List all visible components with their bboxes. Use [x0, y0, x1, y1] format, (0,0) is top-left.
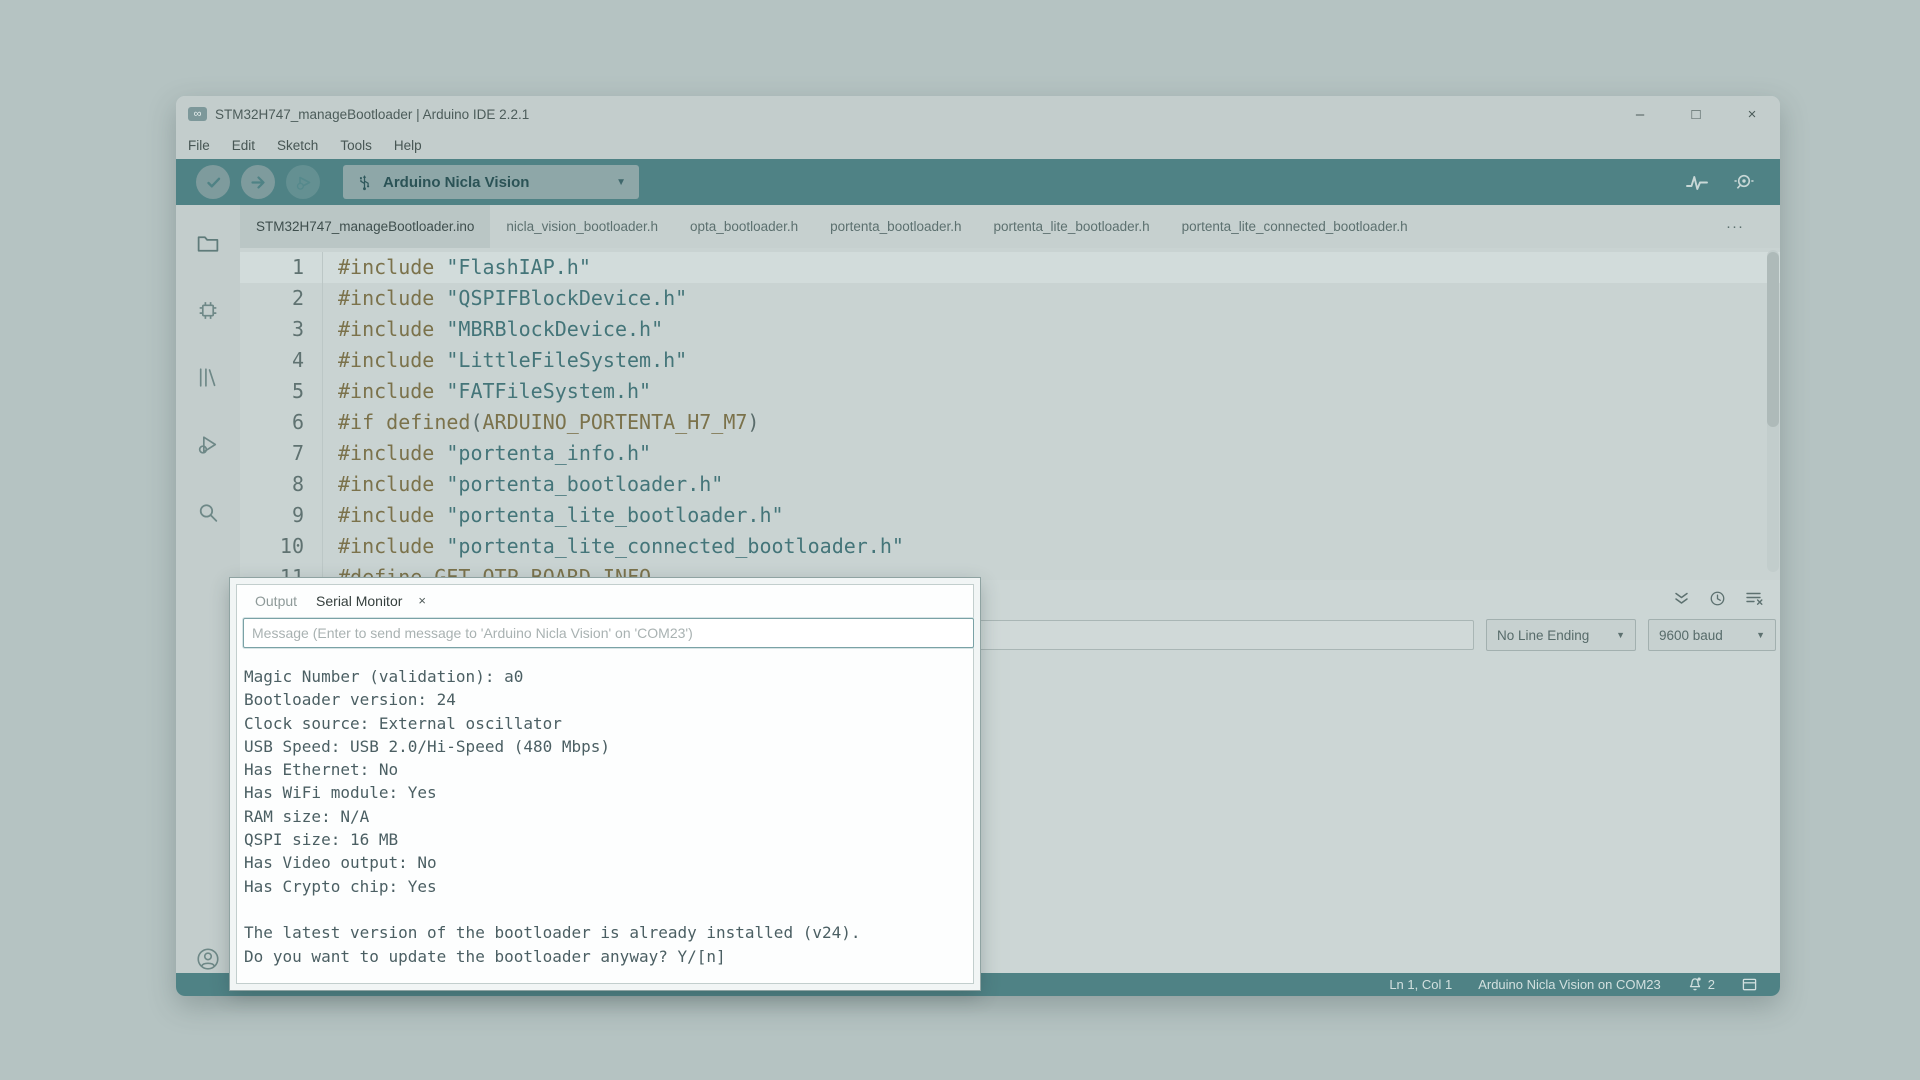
chevron-down-icon: ▼	[1746, 630, 1765, 640]
code-text: #include "MBRBlockDevice.h"	[322, 314, 663, 345]
line-number: 4	[240, 345, 304, 376]
code-line-7[interactable]: 7 #include "portenta_info.h"	[240, 438, 1780, 469]
line-number: 8	[240, 469, 304, 500]
code-line-3[interactable]: 3 #include "MBRBlockDevice.h"	[240, 314, 1780, 345]
code-line-8[interactable]: 8 #include "portenta_bootloader.h"	[240, 469, 1780, 500]
board-port-status[interactable]: Arduino Nicla Vision on COM23	[1478, 977, 1661, 992]
close-button[interactable]: ×	[1744, 106, 1760, 123]
maximize-button[interactable]: □	[1688, 106, 1704, 123]
editor-tab-nicla_vision_bootloader.h[interactable]: nicla_vision_bootloader.h	[490, 205, 674, 248]
chevron-down-icon: ▼	[1606, 630, 1625, 640]
menu-item-edit[interactable]: Edit	[224, 137, 263, 154]
window-title: STM32H747_manageBootloader | Arduino IDE…	[215, 107, 529, 122]
line-number: 5	[240, 376, 304, 407]
code-editor[interactable]: 1 #include "FlashIAP.h" 2 #include "QSPIFBl…	[240, 248, 1780, 580]
line-number: 3	[240, 314, 304, 345]
boards-manager-icon[interactable]	[196, 298, 221, 323]
line-number: 9	[240, 500, 304, 531]
baud-rate-select[interactable]: 9600 baud ▼	[1648, 619, 1776, 651]
code-line-5[interactable]: 5 #include "FATFileSystem.h"	[240, 376, 1780, 407]
menu-item-help[interactable]: Help	[386, 137, 430, 154]
selected-board-label: Arduino Nicla Vision	[383, 174, 529, 191]
code-text: #include "portenta_info.h"	[322, 438, 651, 469]
upload-button[interactable]	[241, 165, 275, 199]
debug-play-icon	[294, 173, 313, 192]
serial-plotter-icon[interactable]	[1685, 172, 1709, 192]
line-number: 10	[240, 531, 304, 562]
tab-output[interactable]: Output	[245, 593, 307, 609]
serial-monitor-icon[interactable]	[1732, 172, 1756, 192]
library-manager-icon[interactable]	[196, 365, 221, 390]
arduino-logo-icon: ∞	[188, 107, 207, 121]
baud-rate-value: 9600 baud	[1659, 628, 1723, 643]
line-number: 2	[240, 283, 304, 314]
code-text: #include "QSPIFBlockDevice.h"	[322, 283, 687, 314]
minimize-button[interactable]: –	[1632, 106, 1648, 123]
line-ending-select[interactable]: No Line Ending ▼	[1486, 619, 1636, 651]
menu-item-tools[interactable]: Tools	[332, 137, 380, 154]
menu-item-file[interactable]: File	[180, 137, 218, 154]
menu-bar: File Edit Sketch Tools Help	[176, 132, 1780, 159]
board-selector-dropdown[interactable]: Arduino Nicla Vision ▼	[343, 165, 639, 199]
verify-button[interactable]	[196, 165, 230, 199]
notification-count: 2	[1708, 977, 1715, 992]
serial-monitor-panel-highlight: Output Serial Monitor × Magic Number (va…	[230, 578, 980, 990]
desktop-background: ∞ STM32H747_manageBootloader | Arduino I…	[0, 0, 1920, 1080]
search-icon[interactable]	[196, 500, 221, 525]
code-line-6[interactable]: 6 #if defined(ARDUINO_PORTENTA_H7_M7)	[240, 407, 1780, 438]
close-serial-monitor-icon[interactable]: ×	[418, 593, 426, 608]
account-icon[interactable]	[195, 946, 221, 972]
line-ending-value: No Line Ending	[1497, 628, 1589, 643]
toolbar-right-icons	[1685, 159, 1756, 205]
line-number: 1	[240, 252, 304, 283]
code-text: #include "portenta_lite_connected_bootlo…	[322, 531, 904, 562]
more-tabs-icon[interactable]: ···	[1726, 205, 1744, 248]
editor-scrollbar-thumb[interactable]	[1767, 252, 1779, 427]
code-text: #include "portenta_bootloader.h"	[322, 469, 723, 500]
window-controls: – □ ×	[1632, 106, 1768, 123]
sketchbook-folder-icon[interactable]	[196, 231, 221, 256]
line-number: 7	[240, 438, 304, 469]
code-text: #include "LittleFileSystem.h"	[322, 345, 687, 376]
tab-serial-monitor[interactable]: Serial Monitor	[307, 593, 411, 609]
toggle-panel-icon[interactable]	[1741, 977, 1758, 992]
editor-tab-portenta_lite_bootloader.h[interactable]: portenta_lite_bootloader.h	[978, 205, 1166, 248]
menu-item-sketch[interactable]: Sketch	[269, 137, 326, 154]
notifications-badge[interactable]: 2	[1687, 976, 1715, 993]
editor-tab-bar: STM32H747_manageBootloader.inonicla_visi…	[240, 205, 1780, 248]
editor-tab-opta_bootloader.h[interactable]: opta_bootloader.h	[674, 205, 814, 248]
code-text: #if defined(ARDUINO_PORTENTA_H7_M7)	[322, 407, 759, 438]
check-icon	[204, 173, 223, 192]
code-line-2[interactable]: 2 #include "QSPIFBlockDevice.h"	[240, 283, 1780, 314]
editor-tab-portenta_bootloader.h[interactable]: portenta_bootloader.h	[814, 205, 977, 248]
code-text: #include "FlashIAP.h"	[322, 252, 591, 283]
timestamp-icon[interactable]	[1709, 590, 1726, 607]
chevron-down-icon: ▼	[616, 177, 626, 188]
bell-icon	[1687, 976, 1703, 993]
toolbar: Arduino Nicla Vision ▼	[176, 159, 1780, 205]
output-tabs: Output Serial Monitor ×	[236, 584, 974, 617]
serial-output-text: Magic Number (validation): a0 Bootloader…	[244, 665, 974, 968]
debug-sidebar-icon[interactable]	[196, 432, 221, 457]
clear-output-icon[interactable]	[1745, 590, 1764, 606]
code-line-10[interactable]: 10 #include "portenta_lite_connected_boot…	[240, 531, 1780, 562]
editor-tab-STM32H747_manageBootloader.ino[interactable]: STM32H747_manageBootloader.ino	[240, 205, 490, 248]
right-arrow-icon	[249, 173, 268, 192]
code-line-4[interactable]: 4 #include "LittleFileSystem.h"	[240, 345, 1780, 376]
line-number: 6	[240, 407, 304, 438]
collapse-panel-icon[interactable]	[1673, 591, 1690, 606]
code-text: #include "FATFileSystem.h"	[322, 376, 651, 407]
title-bar: ∞ STM32H747_manageBootloader | Arduino I…	[176, 96, 1780, 132]
usb-icon	[356, 173, 373, 191]
code-line-9[interactable]: 9 #include "portenta_lite_bootloader.h"	[240, 500, 1780, 531]
debug-button[interactable]	[286, 165, 320, 199]
code-text: #include "portenta_lite_bootloader.h"	[322, 500, 784, 531]
editor-tab-portenta_lite_connected_bootloader.h[interactable]: portenta_lite_connected_bootloader.h	[1166, 205, 1424, 248]
cursor-position[interactable]: Ln 1, Col 1	[1389, 977, 1452, 992]
serial-message-input[interactable]	[243, 618, 974, 648]
code-line-1[interactable]: 1 #include "FlashIAP.h"	[240, 252, 1780, 283]
